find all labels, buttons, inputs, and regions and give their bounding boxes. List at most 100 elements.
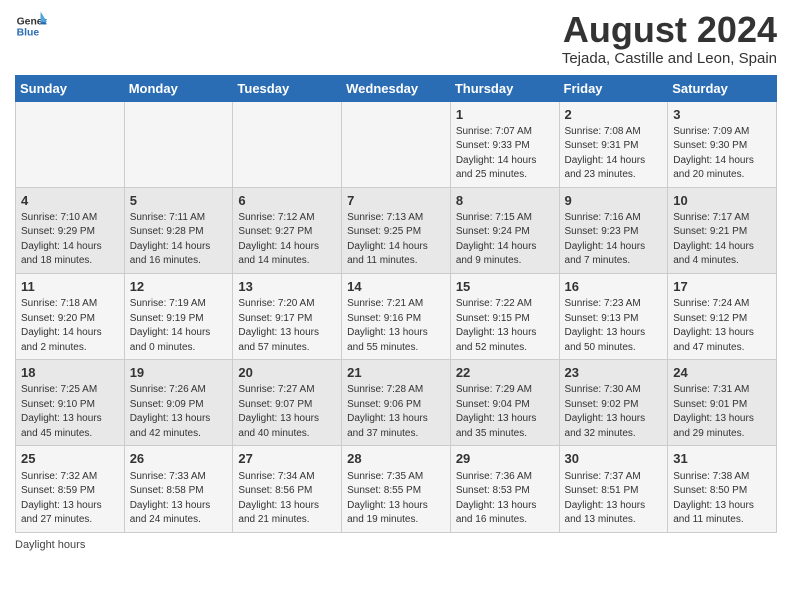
day-number: 17 [673,278,771,296]
calendar-cell: 2Sunrise: 7:08 AM Sunset: 9:31 PM Daylig… [559,101,668,187]
day-info: Sunrise: 7:24 AM Sunset: 9:12 PM Dayligh… [673,297,771,355]
day-info: Sunrise: 7:08 AM Sunset: 9:31 PM Dayligh… [565,125,663,183]
day-info: Sunrise: 7:19 AM Sunset: 9:19 PM Dayligh… [130,297,228,355]
day-number: 22 [456,364,554,382]
calendar-cell: 12Sunrise: 7:19 AM Sunset: 9:19 PM Dayli… [124,273,233,359]
day-number: 1 [456,106,554,124]
calendar-day-header: Sunday [16,75,125,101]
calendar-cell: 13Sunrise: 7:20 AM Sunset: 9:17 PM Dayli… [233,273,342,359]
calendar-cell: 4Sunrise: 7:10 AM Sunset: 9:29 PM Daylig… [16,187,125,273]
calendar-cell: 16Sunrise: 7:23 AM Sunset: 9:13 PM Dayli… [559,273,668,359]
calendar-week-row: 25 Sunrise: 7:32 AM Sunset: 8:59 PM Dayli… [16,446,777,532]
day-info: Sunrise: 7:37 AM Sunset: 8:51 PM Dayligh… [565,470,663,528]
calendar-header-row: SundayMondayTuesdayWednesdayThursdayFrid… [16,75,777,101]
day-info: Sunrise: 7:17 AM Sunset: 9:21 PM Dayligh… [673,211,771,269]
calendar-day-header: Thursday [450,75,559,101]
calendar-cell [16,101,125,187]
day-info: Sunrise: 7:36 AM Sunset: 8:53 PM Dayligh… [456,470,554,528]
day-number: 13 [238,278,336,296]
calendar-cell: 14Sunrise: 7:21 AM Sunset: 9:16 PM Dayli… [342,273,451,359]
day-number: 29 [456,450,554,468]
logo-icon: General Blue [15,10,47,42]
calendar-cell: 9Sunrise: 7:16 AM Sunset: 9:23 PM Daylig… [559,187,668,273]
day-info: Sunrise: 7:29 AM Sunset: 9:04 PM Dayligh… [456,383,554,441]
calendar-cell: 23Sunrise: 7:30 AM Sunset: 9:02 PM Dayli… [559,360,668,446]
day-number: 20 [238,364,336,382]
calendar-cell: 28 Sunrise: 7:35 AM Sunset: 8:55 PM Dayli… [342,446,451,532]
day-info: Sunrise: 7:18 AM Sunset: 9:20 PM Dayligh… [21,297,119,355]
calendar-cell: 10Sunrise: 7:17 AM Sunset: 9:21 PM Dayli… [668,187,777,273]
day-number: 14 [347,278,445,296]
daylight-hours-label: Daylight hours [15,539,85,551]
calendar-cell [233,101,342,187]
day-info: Sunrise: 7:15 AM Sunset: 9:24 PM Dayligh… [456,211,554,269]
calendar-cell: 30 Sunrise: 7:37 AM Sunset: 8:51 PM Dayli… [559,446,668,532]
calendar-cell: 17Sunrise: 7:24 AM Sunset: 9:12 PM Dayli… [668,273,777,359]
calendar-cell: 29 Sunrise: 7:36 AM Sunset: 8:53 PM Dayli… [450,446,559,532]
day-number: 21 [347,364,445,382]
day-number: 16 [565,278,663,296]
calendar-day-header: Tuesday [233,75,342,101]
day-number: 10 [673,192,771,210]
calendar-week-row: 11Sunrise: 7:18 AM Sunset: 9:20 PM Dayli… [16,273,777,359]
day-info: Sunrise: 7:09 AM Sunset: 9:30 PM Dayligh… [673,125,771,183]
day-info: Sunrise: 7:12 AM Sunset: 9:27 PM Dayligh… [238,211,336,269]
day-info: Sunrise: 7:26 AM Sunset: 9:09 PM Dayligh… [130,383,228,441]
calendar-day-header: Saturday [668,75,777,101]
calendar-cell: 26 Sunrise: 7:33 AM Sunset: 8:58 PM Dayli… [124,446,233,532]
day-number: 18 [21,364,119,382]
main-title: August 2024 [562,10,777,50]
calendar-cell: 19Sunrise: 7:26 AM Sunset: 9:09 PM Dayli… [124,360,233,446]
logo: General Blue [15,10,47,42]
calendar-body: 1Sunrise: 7:07 AM Sunset: 9:33 PM Daylig… [16,101,777,532]
day-number: 27 [238,450,336,468]
day-number: 26 [130,450,228,468]
calendar-day-header: Wednesday [342,75,451,101]
day-number: 4 [21,192,119,210]
day-number: 8 [456,192,554,210]
day-number: 25 [21,450,119,468]
day-info: Sunrise: 7:35 AM Sunset: 8:55 PM Dayligh… [347,470,445,528]
day-info: Sunrise: 7:38 AM Sunset: 8:50 PM Dayligh… [673,470,771,528]
day-number: 5 [130,192,228,210]
day-info: Sunrise: 7:07 AM Sunset: 9:33 PM Dayligh… [456,125,554,183]
calendar-cell: 31 Sunrise: 7:38 AM Sunset: 8:50 PM Dayli… [668,446,777,532]
day-info: Sunrise: 7:16 AM Sunset: 9:23 PM Dayligh… [565,211,663,269]
day-number: 28 [347,450,445,468]
subtitle: Tejada, Castille and Leon, Spain [562,50,777,67]
calendar-day-header: Friday [559,75,668,101]
day-number: 9 [565,192,663,210]
day-info: Sunrise: 7:13 AM Sunset: 9:25 PM Dayligh… [347,211,445,269]
day-number: 3 [673,106,771,124]
day-info: Sunrise: 7:28 AM Sunset: 9:06 PM Dayligh… [347,383,445,441]
footer-note: Daylight hours [15,539,777,551]
calendar-cell: 11Sunrise: 7:18 AM Sunset: 9:20 PM Dayli… [16,273,125,359]
calendar-table: SundayMondayTuesdayWednesdayThursdayFrid… [15,75,777,533]
day-number: 6 [238,192,336,210]
calendar-cell: 7Sunrise: 7:13 AM Sunset: 9:25 PM Daylig… [342,187,451,273]
day-info: Sunrise: 7:32 AM Sunset: 8:59 PM Dayligh… [21,470,119,528]
calendar-cell: 5Sunrise: 7:11 AM Sunset: 9:28 PM Daylig… [124,187,233,273]
calendar-week-row: 4Sunrise: 7:10 AM Sunset: 9:29 PM Daylig… [16,187,777,273]
day-info: Sunrise: 7:21 AM Sunset: 9:16 PM Dayligh… [347,297,445,355]
day-info: Sunrise: 7:33 AM Sunset: 8:58 PM Dayligh… [130,470,228,528]
calendar-cell [124,101,233,187]
calendar-week-row: 1Sunrise: 7:07 AM Sunset: 9:33 PM Daylig… [16,101,777,187]
day-number: 30 [565,450,663,468]
day-info: Sunrise: 7:34 AM Sunset: 8:56 PM Dayligh… [238,470,336,528]
calendar-cell: 27 Sunrise: 7:34 AM Sunset: 8:56 PM Dayli… [233,446,342,532]
day-number: 19 [130,364,228,382]
calendar-cell: 24Sunrise: 7:31 AM Sunset: 9:01 PM Dayli… [668,360,777,446]
calendar-cell: 3Sunrise: 7:09 AM Sunset: 9:30 PM Daylig… [668,101,777,187]
title-block: August 2024 Tejada, Castille and Leon, S… [562,10,777,67]
day-number: 7 [347,192,445,210]
day-info: Sunrise: 7:10 AM Sunset: 9:29 PM Dayligh… [21,211,119,269]
calendar-cell: 22Sunrise: 7:29 AM Sunset: 9:04 PM Dayli… [450,360,559,446]
day-number: 24 [673,364,771,382]
calendar-cell: 8Sunrise: 7:15 AM Sunset: 9:24 PM Daylig… [450,187,559,273]
day-number: 12 [130,278,228,296]
day-number: 31 [673,450,771,468]
calendar-cell [342,101,451,187]
day-info: Sunrise: 7:20 AM Sunset: 9:17 PM Dayligh… [238,297,336,355]
day-info: Sunrise: 7:30 AM Sunset: 9:02 PM Dayligh… [565,383,663,441]
